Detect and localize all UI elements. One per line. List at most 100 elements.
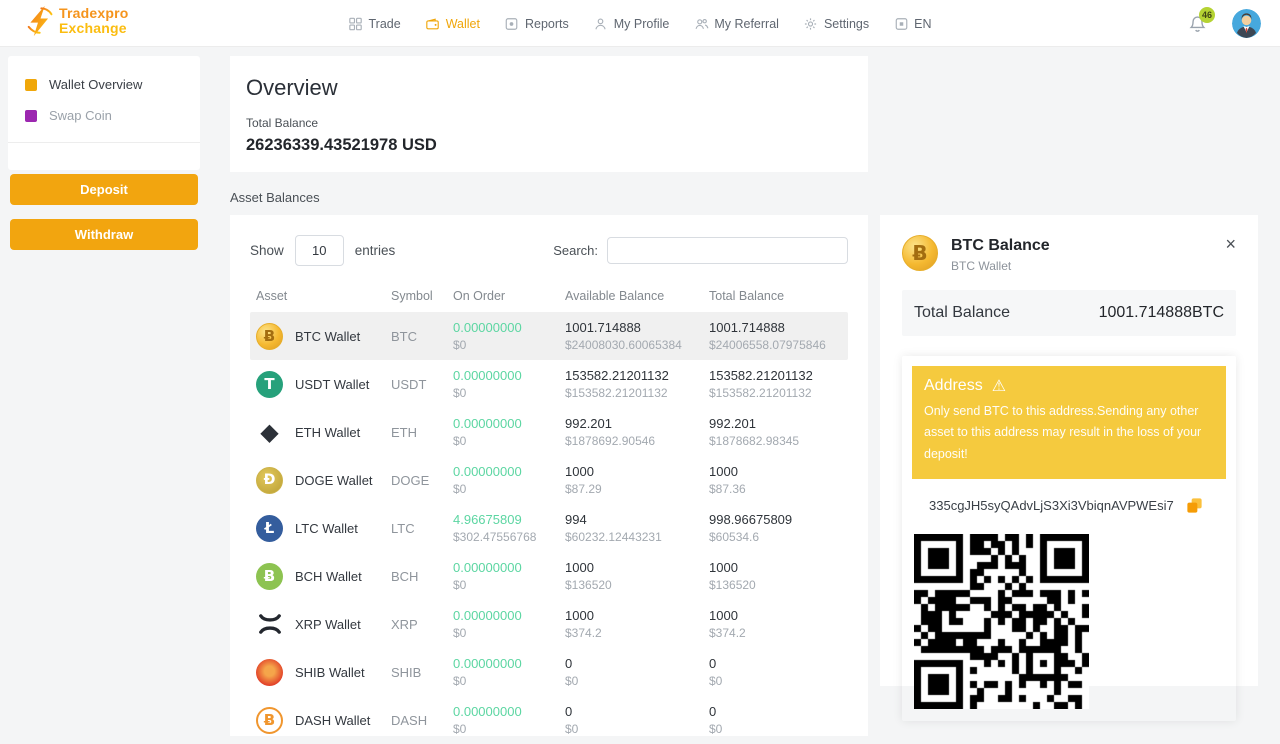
xrp-coin-icon — [256, 611, 283, 638]
sidebar-item-wallet-overview[interactable]: Wallet Overview — [8, 69, 200, 100]
deposit-address-value: 335cgJH5syQAdvLjS3Xi3VbiqnAVPWEsi7 — [929, 498, 1174, 513]
fiat-amount: $374.2 — [565, 626, 709, 640]
brand-logo[interactable]: Tradexpro Exchange — [27, 5, 129, 37]
asset-cell: Ƀ BTC Wallet — [256, 323, 391, 350]
asset-name: BCH Wallet — [295, 569, 362, 584]
crypto-amount: 1000 — [709, 560, 848, 575]
sidebar-item-label: Wallet Overview — [49, 77, 142, 92]
column-header-symbol[interactable]: Symbol — [391, 289, 453, 303]
show-label: Show — [250, 243, 284, 258]
nav-item-trade[interactable]: Trade — [349, 17, 401, 31]
address-warning-box: Address ⚠ Only send BTC to this address.… — [912, 366, 1226, 479]
table-row-eth[interactable]: ◆ETH WalletETH0.00000000$0992.201$187869… — [250, 408, 848, 456]
crypto-amount: 1001.714888 — [709, 320, 848, 335]
page-title: Overview — [246, 75, 852, 101]
asset-name: DASH Wallet — [295, 713, 370, 728]
fiat-amount: $0 — [453, 674, 565, 688]
table-row-shib[interactable]: SHIB WalletSHIB0.00000000$00$00$0 — [250, 648, 848, 696]
nav-item-label: Wallet — [446, 17, 480, 31]
nav-item-reports[interactable]: Reports — [505, 17, 569, 31]
table-row-doge[interactable]: ÐDOGE WalletDOGE0.00000000$01000$87.2910… — [250, 456, 848, 504]
column-header-available-balance[interactable]: Available Balance — [565, 289, 709, 303]
search-input[interactable] — [607, 237, 848, 264]
nav-item-language[interactable]: EN — [894, 17, 931, 31]
crypto-amount: 0.00000000 — [453, 560, 565, 575]
wallet-sidebar: Wallet Overview Swap Coin — [8, 56, 200, 170]
fiat-amount: $24008030.60065384 — [565, 338, 709, 352]
total-balance-cell: 0$0 — [709, 656, 848, 688]
table-header-row: AssetSymbolOn OrderAvailable BalanceTota… — [250, 287, 848, 305]
copy-icon — [1185, 496, 1204, 515]
fiat-amount: $0 — [565, 674, 709, 688]
asset-cell: XRP Wallet — [256, 611, 391, 638]
reports-icon — [505, 17, 519, 31]
asset-name: DOGE Wallet — [295, 473, 373, 488]
sidebar-bullet-icon — [25, 79, 37, 91]
asset-symbol: LTC — [391, 521, 453, 536]
asset-name: ETH Wallet — [295, 425, 360, 440]
usdt-coin-icon: T — [256, 371, 283, 398]
table-row-usdt[interactable]: TUSDT WalletUSDT0.00000000$0153582.21201… — [250, 360, 848, 408]
crypto-amount: 153582.21201132 — [565, 368, 709, 383]
table-row-xrp[interactable]: XRP WalletXRP0.00000000$01000$374.21000$… — [250, 600, 848, 648]
nav-item-label: My Profile — [614, 17, 670, 31]
asset-name: BTC Wallet — [295, 329, 360, 344]
nav-item-label: Settings — [824, 17, 869, 31]
crypto-amount: 1000 — [565, 464, 709, 479]
crypto-amount: 0 — [709, 656, 848, 671]
asset-cell: ɃDASH Wallet — [256, 707, 391, 734]
notifications-button[interactable]: 46 — [1189, 15, 1206, 33]
crypto-amount: 992.201 — [709, 416, 848, 431]
page-length-control: Show entries — [250, 235, 395, 266]
crypto-amount: 0.00000000 — [453, 464, 565, 479]
crypto-amount: 0.00000000 — [453, 416, 565, 431]
deposit-address-row: 335cgJH5syQAdvLjS3Xi3VbiqnAVPWEsi7 — [912, 479, 1226, 528]
fiat-amount: $153582.21201132 — [709, 386, 848, 400]
asset-cell: SHIB Wallet — [256, 659, 391, 686]
nav-item-settings[interactable]: Settings — [804, 17, 869, 31]
crypto-amount: 0.00000000 — [453, 704, 565, 719]
available-balance-cell: 994$60232.12443231 — [565, 512, 709, 544]
shib-coin-icon — [256, 659, 283, 686]
table-row-dash[interactable]: ɃDASH WalletDASH0.00000000$00$00$0 — [250, 696, 848, 744]
user-avatar[interactable] — [1232, 9, 1261, 38]
sidebar-item-swap-coin[interactable]: Swap Coin — [8, 100, 200, 131]
sidebar-bullet-icon — [25, 110, 37, 122]
deposit-button[interactable]: Deposit — [10, 174, 198, 205]
available-balance-cell: 1000 $87.29 — [565, 464, 709, 496]
btc-coin-icon: Ƀ — [256, 323, 283, 350]
btc-balance-panel: Ƀ BTC Balance BTC Wallet × Total Balance… — [880, 215, 1258, 686]
fiat-amount: $302.47556768 — [453, 530, 565, 544]
fiat-amount: $87.29 — [565, 482, 709, 496]
column-header-total-balance[interactable]: Total Balance — [709, 289, 848, 303]
panel-total-balance-row: Total Balance 1001.714888BTC — [902, 290, 1236, 336]
fiat-amount: $153582.21201132 — [565, 386, 709, 400]
fiat-amount: $0 — [453, 386, 565, 400]
close-panel-button[interactable]: × — [1225, 235, 1236, 253]
column-header-on-order[interactable]: On Order — [453, 289, 565, 303]
wallet-icon — [426, 17, 440, 31]
table-row-ltc[interactable]: ŁLTC WalletLTC4.96675809$302.47556768994… — [250, 504, 848, 552]
asset-cell: ◆ETH Wallet — [256, 419, 391, 446]
search-label: Search: — [553, 243, 598, 258]
settings-icon — [804, 17, 818, 31]
copy-address-button[interactable] — [1185, 496, 1204, 515]
crypto-amount: 994 — [565, 512, 709, 527]
notification-count-badge: 46 — [1199, 7, 1215, 23]
withdraw-button[interactable]: Withdraw — [10, 219, 198, 250]
table-search: Search: — [553, 237, 848, 264]
nav-item-wallet[interactable]: Wallet — [426, 17, 480, 31]
column-header-asset[interactable]: Asset — [256, 289, 391, 303]
nav-item-my-referral[interactable]: My Referral — [694, 17, 779, 31]
nav-item-my-profile[interactable]: My Profile — [594, 17, 670, 31]
deposit-address-card: Address ⚠ Only send BTC to this address.… — [902, 356, 1236, 721]
on-order-cell: 0.00000000$0 — [453, 464, 565, 496]
table-controls: Show entries Search: — [250, 235, 848, 266]
table-row-btc[interactable]: ɃBTC WalletBTC0.00000000$01001.714888$24… — [250, 312, 848, 360]
entries-count-input[interactable] — [295, 235, 344, 266]
table-row-bch[interactable]: ɃBCH WalletBCH0.00000000$01000$136520100… — [250, 552, 848, 600]
asset-cell: ŁLTC Wallet — [256, 515, 391, 542]
doge-coin-icon: Ð — [256, 467, 283, 494]
fiat-amount: $0 — [453, 626, 565, 640]
crypto-amount: 1000 — [565, 560, 709, 575]
